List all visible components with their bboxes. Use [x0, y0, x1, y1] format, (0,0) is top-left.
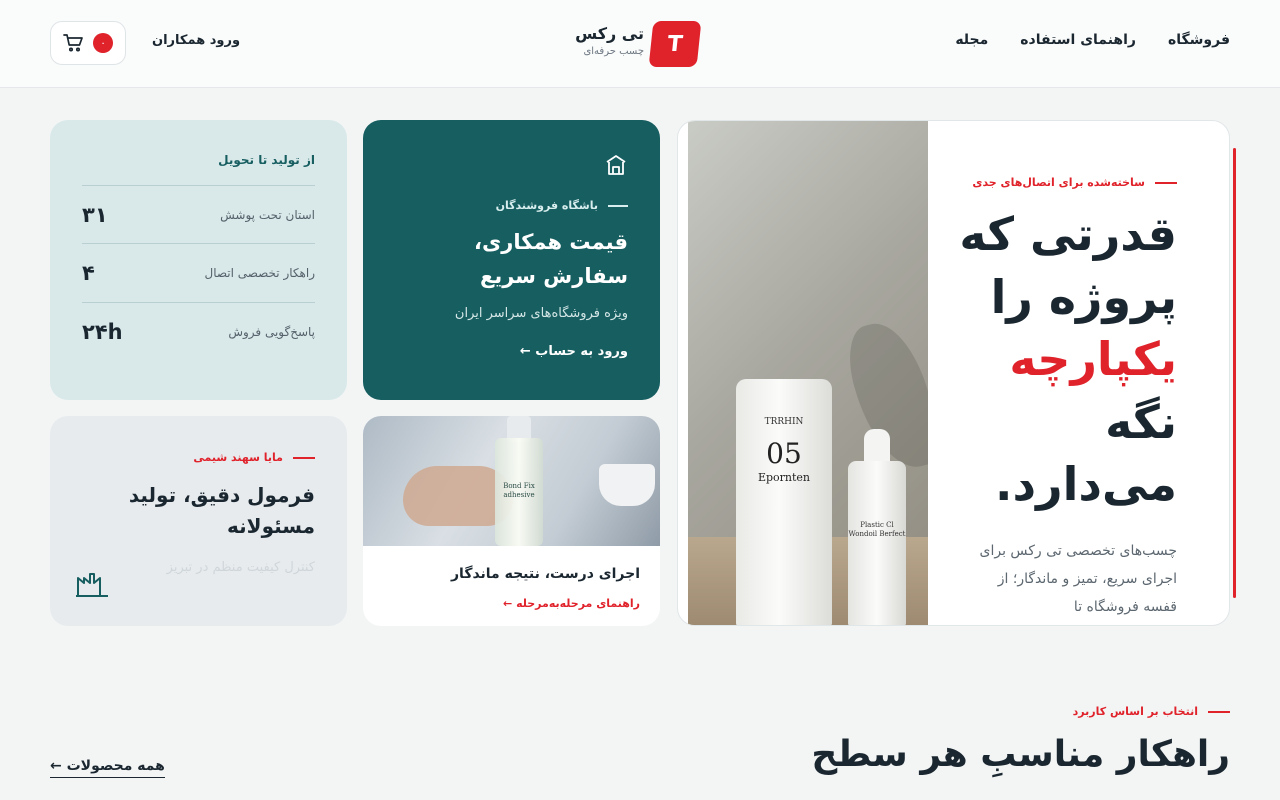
- guide-card[interactable]: Bond Fix adhesive اجرای درست، نتیجه ماند…: [363, 416, 660, 626]
- products-eyebrow-text: انتخاب بر اساس کاربرد: [1072, 705, 1198, 718]
- stats-card: از تولید تا تحویل ۳۱ استان تحت پوشش ۴ را…: [50, 120, 347, 400]
- hero-product-image: TRRHIN 05 Epornten Plastic Cl Wondoil Be…: [688, 121, 928, 625]
- hero-description: چسب‌های تخصصی تی رکس برای اجرای سریع، تم…: [979, 543, 1178, 615]
- manufacturer-title: فرمول دقیق، تولید مسئولانه: [128, 483, 315, 538]
- cart-button[interactable]: ۰: [50, 21, 126, 65]
- hero-card: TRRHIN 05 Epornten Plastic Cl Wondoil Be…: [677, 120, 1230, 626]
- stats-title: از تولید تا تحویل: [218, 153, 315, 167]
- account-login-link[interactable]: ورود به حساب ←: [520, 344, 628, 359]
- spray-label: Bond Fix adhesive: [503, 482, 535, 500]
- hero-title-line: نگه: [1105, 394, 1177, 449]
- brand-tagline: چسب حرفه‌ای: [583, 46, 644, 57]
- manufacturer-eyebrow: مایا سهند شیمی: [193, 451, 315, 464]
- hero-title: قدرتی که پروژه را یکپارچه نگه می‌دارد.: [937, 203, 1177, 516]
- hero-title-highlight: یکپارچه: [1009, 332, 1177, 387]
- guide-title: اجرای درست، نتیجه ماندگار: [451, 566, 640, 582]
- stat-value: ۲۴h: [82, 319, 123, 344]
- store-icon: [606, 155, 626, 175]
- retailer-eyebrow-text: باشگاه فروشندگان: [495, 199, 598, 212]
- stat-label: استان تحت پوشش: [220, 207, 315, 222]
- nav-magazine[interactable]: مجله: [955, 32, 988, 48]
- products-section-title: راهکار مناسبِ هر سطح: [811, 734, 1230, 775]
- nav-shop[interactable]: فروشگاه: [1168, 32, 1230, 48]
- main-nav: فروشگاه راهنمای استفاده مجله: [955, 32, 1230, 48]
- hero-title-line: می‌دارد.: [995, 457, 1177, 512]
- retailer-description: ویژه فروشگاه‌های سراسر ایران: [454, 306, 628, 321]
- hero-title-line: قدرتی که: [959, 207, 1177, 261]
- hero-eyebrow: ساخته‌شده برای اتصال‌های جدی: [972, 176, 1177, 189]
- retailer-club-card: باشگاه فروشندگان قیمت همکاری، سفارش سریع…: [363, 120, 660, 400]
- products-eyebrow: انتخاب بر اساس کاربرد: [1073, 705, 1230, 718]
- guide-image: Bond Fix adhesive: [363, 416, 660, 546]
- hero-eyebrow-text: ساخته‌شده برای اتصال‌های جدی: [972, 176, 1145, 189]
- partner-login-link[interactable]: ورود همکاران: [152, 33, 240, 48]
- site-header: فروشگاه راهنمای استفاده مجله T تی رکس چس…: [0, 0, 1280, 88]
- logo-letter: T: [666, 31, 684, 57]
- cart-icon: [63, 34, 83, 52]
- factory-icon: [76, 573, 108, 597]
- brand-name: تی رکس: [575, 24, 644, 43]
- manufacturer-description: کنترل کیفیت منظم در تبریز: [166, 560, 315, 575]
- stat-row: ۴ راهکار تخصصی اتصال: [82, 243, 315, 301]
- retailer-eyebrow: باشگاه فروشندگان: [496, 199, 628, 212]
- manufacturer-card: مایا سهند شیمی فرمول دقیق، تولید مسئولان…: [50, 416, 347, 626]
- tube-sub: Epornten: [757, 471, 811, 484]
- product-tube: TRRHIN 05 Epornten: [736, 379, 832, 625]
- tube-brand: TRRHIN: [764, 417, 804, 427]
- stat-label: پاسخ‌گویی فروش: [228, 324, 315, 339]
- step-guide-link[interactable]: راهنمای مرحله‌به‌مرحله ←: [503, 597, 640, 610]
- stat-row: ۲۴h پاسخ‌گویی فروش: [82, 302, 315, 360]
- product-bottle: Plastic Cl Wondoil Berfect: [848, 461, 906, 625]
- all-products-link[interactable]: همه محصولات ←: [50, 758, 165, 778]
- manufacturer-eyebrow-text: مایا سهند شیمی: [193, 451, 283, 464]
- brand[interactable]: تی رکس چسب حرفه‌ای: [575, 24, 644, 57]
- bottle-label: Plastic Cl Wondoil Berfect: [848, 521, 906, 539]
- stat-row: ۳۱ استان تحت پوشش: [82, 185, 315, 243]
- stat-value: ۴: [82, 260, 95, 285]
- retailer-title: قیمت همکاری، سفارش سریع: [474, 230, 628, 288]
- stat-value: ۳۱: [82, 202, 108, 227]
- hero-title-line: پروژه را: [990, 269, 1177, 324]
- tube-number: 05: [766, 437, 802, 470]
- cart-count-badge: ۰: [93, 33, 113, 53]
- stat-label: راهکار تخصصی اتصال: [204, 265, 315, 280]
- nav-guide[interactable]: راهنمای استفاده: [1020, 32, 1136, 48]
- hero-accent-bar: [1233, 148, 1236, 598]
- logo-mark[interactable]: T: [648, 21, 702, 67]
